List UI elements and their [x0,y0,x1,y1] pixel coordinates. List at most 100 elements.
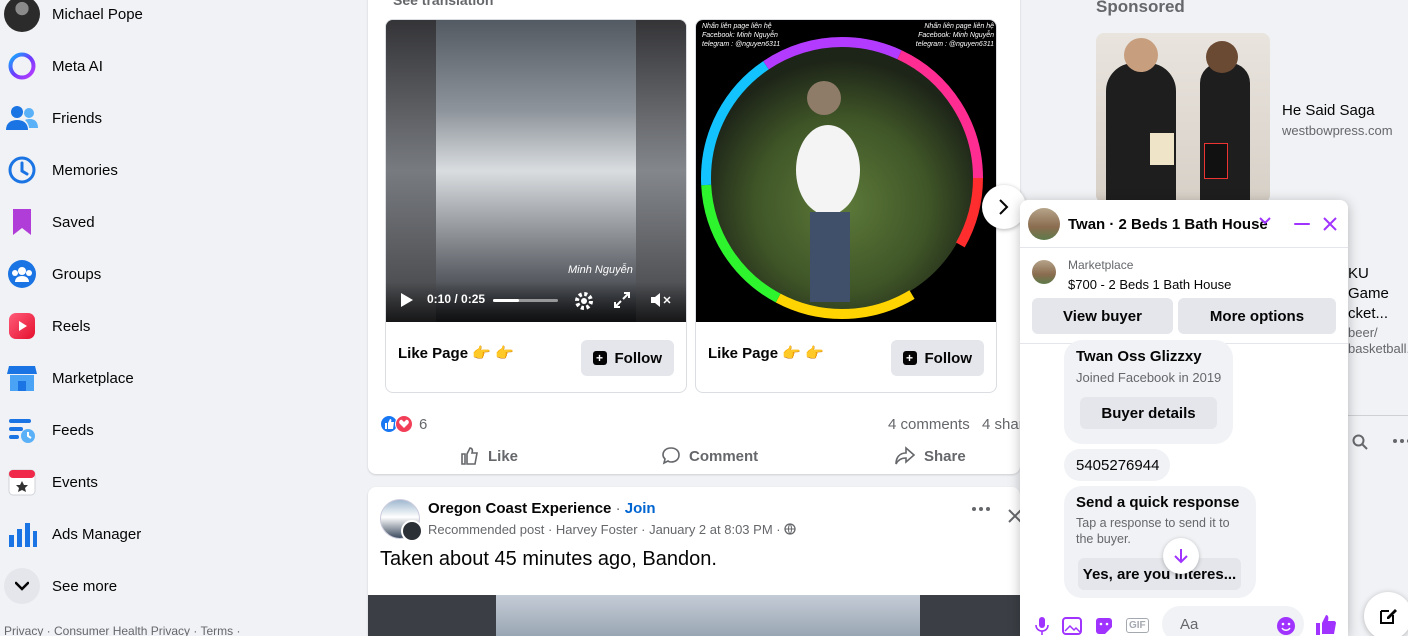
video-thumbnail[interactable]: Minh Nguyễn 0:10 / 0:25 [386,20,686,322]
chat-avatar[interactable] [1028,208,1060,240]
gif-icon[interactable]: GIF [1126,618,1149,633]
sidebar-item-marketplace[interactable]: Marketplace [4,354,344,402]
message-bubble[interactable]: 5405276944 [1064,449,1170,481]
more-options-button[interactable]: More options [1178,298,1336,334]
memories-icon [4,152,40,188]
sidebar-item-friends[interactable]: Friends [4,94,344,142]
chevron-down-icon[interactable] [1259,216,1271,226]
sidebar-item-events[interactable]: Events [4,458,344,506]
share-button[interactable]: Share [894,442,966,470]
mute-icon[interactable] [650,291,672,309]
sidebar-item-see-more[interactable]: See more [4,562,344,610]
quick-reply-button[interactable]: Yes, are you interes... [1078,558,1241,590]
sidebar-item-groups[interactable]: Groups [4,250,344,298]
shares-count[interactable]: 4 shar [982,416,1024,433]
post-options-icon[interactable] [972,507,990,511]
follow-button[interactable]: + Follow [580,340,674,376]
ad-title[interactable]: He Said Saga [1282,102,1375,119]
love-reaction-icon [395,415,413,433]
marketplace-label: Marketplace [1068,258,1134,272]
settings-gear-icon[interactable] [573,290,595,312]
sticker-icon[interactable] [1094,616,1114,636]
watermark-right: Nhấn liên page liên hệ Facebook: Minh Ng… [915,23,994,48]
sidebar-item-feeds[interactable]: Feeds [4,406,344,454]
ad2-url[interactable]: beer/ basketball... [1348,325,1408,357]
play-icon[interactable] [400,292,414,308]
follow-button[interactable]: + Follow [890,340,984,376]
thumbs-up-send-icon[interactable] [1315,614,1337,636]
post-meta: Recommended post · Harvey Foster · Janua… [428,522,796,537]
poster-avatar[interactable] [401,520,423,542]
post-meta-text: Recommended post · Harvey Foster · Janua… [428,522,785,537]
card-image[interactable]: Nhấn liên page liên hệ Facebook: Minh Ng… [696,20,996,322]
sidebar-item-profile[interactable]: Michael Pope [4,0,344,38]
ad2-line: KU [1348,265,1369,282]
comment-label: Comment [689,447,759,465]
quick-response-subtitle: Tap a response to send it to the buyer. [1076,516,1230,546]
chevron-down-icon [4,568,40,604]
view-buyer-button[interactable]: View buyer [1032,298,1173,334]
see-translation-link[interactable]: See translation [393,0,493,8]
buyer-details-button[interactable]: Buyer details [1080,397,1217,429]
sidebar-item-meta-ai[interactable]: Meta AI [4,42,344,90]
chat-header[interactable]: Twan · 2 Beds 1 Bath House [1020,200,1348,248]
saved-icon [4,204,40,240]
sidebar-item-memories[interactable]: Memories [4,146,344,194]
buyer-details-label: Buyer details [1101,404,1196,422]
view-buyer-label: View buyer [1063,307,1142,325]
microphone-icon[interactable] [1032,616,1052,636]
carousel-card[interactable]: Nhấn liên page liên hệ Facebook: Minh Ng… [695,19,997,393]
chat-window: Twan · 2 Beds 1 Bath House Marketplace $… [1020,200,1348,636]
search-icon[interactable] [1352,434,1368,450]
comment-icon [662,447,680,465]
ad-image[interactable] [1096,33,1270,203]
share-icon [895,446,916,465]
fullscreen-icon[interactable] [614,292,630,308]
follow-label: Follow [924,349,973,367]
emoji-icon[interactable] [1276,616,1296,636]
sidebar-item-label: Michael Pope [52,5,143,23]
marketplace-icon [4,360,40,396]
carousel-card[interactable]: Minh Nguyễn 0:10 / 0:25 Like Page 👉 👉 + … [385,19,687,393]
contacts-options-icon[interactable] [1393,439,1408,443]
sidebar-item-reels[interactable]: Reels [4,302,344,350]
sidebar-item-label: Feeds [52,421,94,439]
sidebar-item-ads-manager[interactable]: Ads Manager [4,510,344,558]
new-message-button[interactable] [1364,592,1408,636]
video-progress-bar[interactable] [493,299,558,302]
join-link[interactable]: Join [625,500,656,517]
ad-url[interactable]: westbowpress.com [1282,123,1393,138]
ad2-title[interactable]: KU Game cket... [1348,264,1389,324]
post-image[interactable] [368,595,1020,636]
sidebar-item-saved[interactable]: Saved [4,198,344,246]
video-time: 0:10 / 0:25 [427,292,486,306]
post-author[interactable]: Oregon Coast Experience · Join [428,500,656,517]
minimize-icon[interactable] [1292,214,1312,234]
sidebar-item-label: Events [52,473,98,491]
chat-title[interactable]: Twan · 2 Beds 1 Bath House [1068,216,1268,233]
photo-icon[interactable] [1062,616,1082,636]
author-name[interactable]: Oregon Coast Experience [428,500,611,517]
comments-count[interactable]: 4 comments [888,416,970,433]
arrow-down-icon [1174,549,1188,564]
comment-button[interactable]: Comment [661,442,758,470]
footer-links[interactable]: Privacy · Consumer Health Privacy · Term… [4,624,241,636]
events-icon [4,464,40,500]
like-button[interactable]: Like [460,442,518,470]
reaction-count: 6 [419,415,428,433]
sidebar-item-label: Memories [52,161,118,179]
close-icon[interactable] [1320,214,1340,234]
scroll-to-bottom-button[interactable] [1163,538,1199,574]
page-avatar[interactable] [380,499,423,542]
reels-icon [4,308,40,344]
listing-title[interactable]: $700 - 2 Beds 1 Bath House [1068,277,1231,292]
listing-thumbnail[interactable] [1032,260,1056,284]
sidebar-item-label: Marketplace [52,369,134,387]
sponsored-heading: Sponsored [1096,0,1185,16]
quick-response-card: Send a quick response Tap a response to … [1064,486,1256,598]
reaction-summary[interactable]: 6 [380,413,427,435]
sidebar-item-label: Reels [52,317,91,335]
chevron-right-icon [999,199,1009,215]
groups-icon [4,256,40,292]
phone-number: 5405276944 [1076,457,1160,474]
